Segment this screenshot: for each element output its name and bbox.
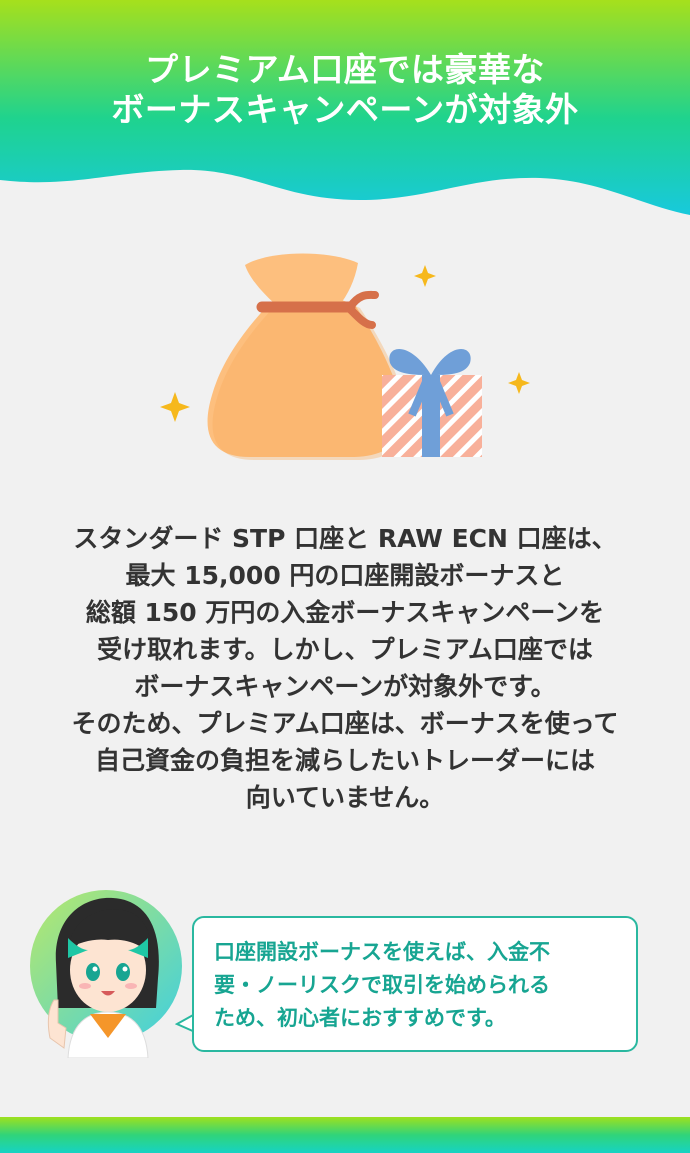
description-line: 向いていません。 [245, 783, 445, 812]
description-text: スタンダード STP 口座と RAW ECN 口座は、 最大 15,000 円の… [20, 520, 670, 816]
title-line-2: ボーナスキャンペーンが対象外 [111, 90, 579, 129]
page-title: プレミアム口座では豪華な ボーナスキャンペーンが対象外 [0, 50, 690, 130]
speech-bubble: 口座開設ボーナスを使えば、入金不 要・ノーリスクで取引を始められる ため、初心者… [192, 916, 638, 1052]
description-line: 総額 150 万円の入金ボーナスキャンペーンを [85, 598, 605, 627]
description-line: 自己資金の負担を減らしたいトレーダーには [94, 746, 595, 775]
speech-line: ため、初心者におすすめです。 [214, 1006, 506, 1030]
speech-line: 口座開設ボーナスを使えば、入金不 [214, 940, 550, 964]
gift-box-icon [382, 349, 482, 457]
speech-line: 要・ノーリスクで取引を始められる [214, 973, 550, 997]
bonus-illustration [150, 245, 540, 475]
description-line: ボーナスキャンペーンが対象外です。 [134, 672, 556, 701]
character-avatar [28, 888, 188, 1059]
description-line: そのため、プレミアム口座は、ボーナスを使って [71, 709, 619, 738]
money-bag-icon [207, 253, 409, 460]
speech-text: 口座開設ボーナスを使えば、入金不 要・ノーリスクで取引を始められる ため、初心者… [214, 936, 624, 1035]
footer-bar [0, 1117, 690, 1153]
header-banner: プレミアム口座では豪華な ボーナスキャンペーンが対象外 [0, 0, 690, 225]
title-line-1: プレミアム口座では豪華な [145, 50, 545, 89]
description-line: 受け取れます。しかし、プレミアム口座では [97, 635, 593, 664]
description-line: スタンダード STP 口座と RAW ECN 口座は、 [73, 524, 617, 553]
description-line: 最大 15,000 円の口座開設ボーナスと [125, 561, 565, 590]
